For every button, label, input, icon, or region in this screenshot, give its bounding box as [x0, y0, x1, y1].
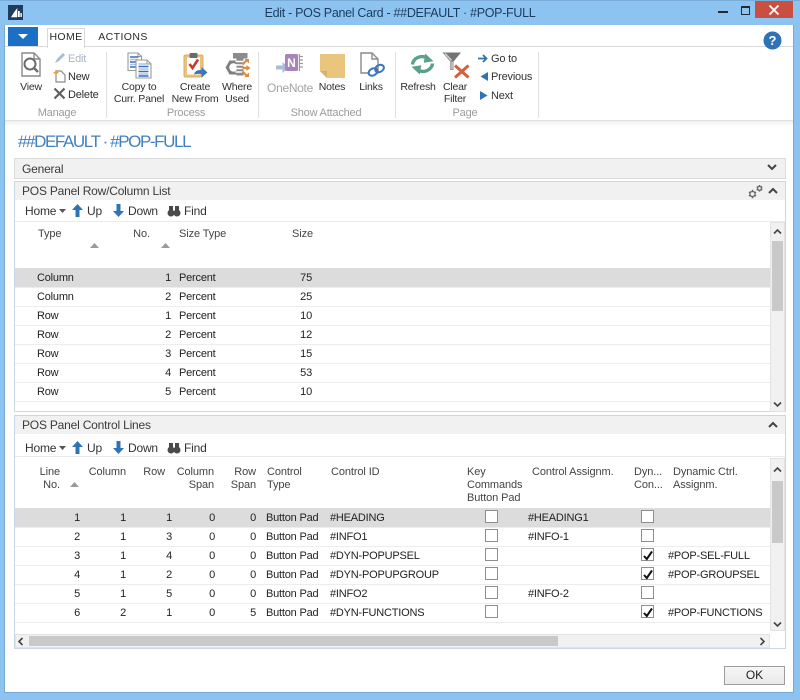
svg-text:?: ? [769, 33, 777, 48]
svg-text:N: N [287, 56, 296, 70]
